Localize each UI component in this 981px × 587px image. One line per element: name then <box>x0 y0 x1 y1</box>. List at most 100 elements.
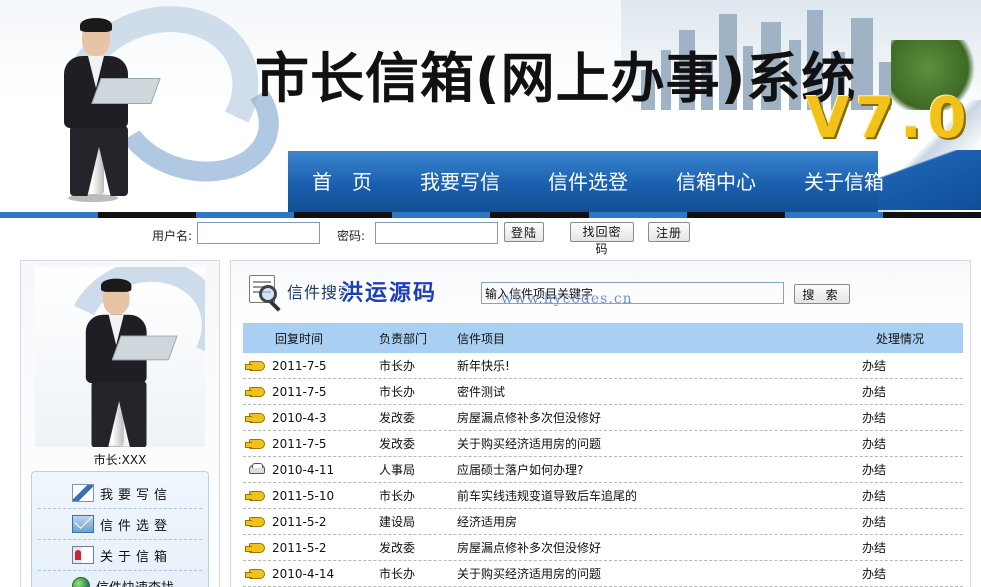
cell-item-link[interactable]: 应届硕士落户如何办理? <box>457 461 862 478</box>
hand-pointer-icon <box>245 412 265 423</box>
nav-about-mailbox[interactable]: 关于信箱 <box>780 167 908 197</box>
cell-item-link[interactable]: 关于购买经济适用房的问题 <box>457 565 862 582</box>
cell-status: 办结 <box>862 541 887 555</box>
hand-pointer-icon <box>245 490 265 501</box>
cell-dept: 市长办 <box>379 489 416 503</box>
cell-status: 办结 <box>862 437 887 451</box>
password-input[interactable] <box>375 222 498 244</box>
table-row[interactable]: 2010-4-3 发改委 房屋漏点修补多次但没修好 办结 <box>243 405 963 431</box>
table-row[interactable]: 2011-7-5 市长办 新年快乐! 办结 <box>243 353 963 379</box>
mayor-photo <box>35 267 205 447</box>
sidebar-item-label: 关于信箱 <box>100 549 173 565</box>
cell-item-link[interactable]: 房屋漏点修补多次但没修好 <box>457 539 862 556</box>
cell-status: 办结 <box>862 515 887 529</box>
mail-icon <box>72 515 94 533</box>
sidebar-item-label: 我要写信 <box>100 487 173 503</box>
cell-item-link[interactable]: 关于购买经济适用房的问题 <box>457 435 862 452</box>
sidebar-item-quick-search[interactable]: 信件快速查找 <box>38 571 202 587</box>
cell-dept: 发改委 <box>379 411 416 425</box>
cell-date: 2011-5-2 <box>272 540 327 555</box>
cell-dept: 建设局 <box>379 515 416 529</box>
cell-status: 办结 <box>862 385 887 399</box>
header-dept: 负责部门 <box>379 331 428 346</box>
table-row[interactable]: 2011-5-10 市长办 前车实线违规变道导致后车追尾的 办结 <box>243 483 963 509</box>
cell-date: 2010-4-14 <box>272 566 335 581</box>
cell-dept: 发改委 <box>379 541 416 555</box>
main-nav: 首 页 我要写信 信件选登 信箱中心 关于信箱 <box>288 151 884 212</box>
site-title: 市长信箱(网上办事)系统 <box>255 47 857 110</box>
version-badge: V7.0 <box>806 86 973 151</box>
cell-status: 办结 <box>862 567 887 581</box>
cell-date: 2011-7-5 <box>272 358 327 373</box>
businessman-image <box>40 10 161 210</box>
cell-dept: 市长办 <box>379 567 416 581</box>
sidebar-item-selected-letters[interactable]: 信件选登 <box>38 509 202 540</box>
cell-status: 办结 <box>862 359 887 373</box>
cell-date: 2010-4-3 <box>272 410 327 425</box>
sidebar-item-write-letter[interactable]: 我要写信 <box>38 478 202 509</box>
mayor-name: 市长:XXX <box>93 453 147 467</box>
watermark-text: 洪运源码 <box>341 281 438 306</box>
hand-pointer-icon <box>245 386 265 397</box>
cell-item-link[interactable]: 密件测试 <box>457 383 862 400</box>
password-label: 密码: <box>337 229 366 243</box>
table-row[interactable]: 2011-7-5 发改委 关于购买经济适用房的问题 办结 <box>243 431 963 457</box>
recover-password-button[interactable]: 找回密码 <box>570 222 634 256</box>
cell-date: 2011-7-5 <box>272 384 327 399</box>
nav-write-letter[interactable]: 我要写信 <box>396 167 524 197</box>
cell-item-link[interactable]: 经济适用房 <box>457 513 862 530</box>
header-banner: 市长信箱(网上办事)系统 V7.0 首 页 我要写信 信件选登 信箱中心 关于信… <box>0 0 981 218</box>
cell-date: 2011-5-10 <box>272 488 335 503</box>
hand-pointer-icon <box>245 516 265 527</box>
hand-pointer-icon <box>245 568 265 579</box>
letters-panel: 信件搜索 洪运源码 www.hycodes.cn 搜 索 回复时间 负责部门 信… <box>230 260 971 587</box>
table-row[interactable]: 2011-5-2 发改委 房屋漏点修补多次但没修好 办结 <box>243 535 963 561</box>
cell-item-link[interactable]: 房屋漏点修补多次但没修好 <box>457 409 862 426</box>
cell-dept: 市长办 <box>379 359 416 373</box>
register-button[interactable]: 注册 <box>648 222 690 242</box>
table-row[interactable]: 2010-4-14 市长办 关于购买经济适用房的问题 办结 <box>243 561 963 587</box>
header-date: 回复时间 <box>275 331 324 346</box>
hand-pointer-icon <box>245 360 265 371</box>
nav-home[interactable]: 首 页 <box>288 167 396 197</box>
letters-table: 回复时间 负责部门 信件项目 处理情况 2011-7-5 市长办 新年快乐! 办结 20… <box>243 323 963 587</box>
table-body: 2011-7-5 市长办 新年快乐! 办结 2011-7-5 市长办 密件测试 办结 2010-… <box>243 353 963 587</box>
cell-dept: 人事局 <box>379 463 416 477</box>
globe-icon <box>72 577 90 587</box>
hand-pointer-icon <box>245 438 265 449</box>
header-item: 信件项目 <box>457 331 506 346</box>
login-bar: 用户名: 密码: 登陆 找回密码 注册 <box>0 218 981 256</box>
username-input[interactable] <box>197 222 320 244</box>
search-button[interactable]: 搜 索 <box>794 284 850 304</box>
nav-mailbox-center[interactable]: 信箱中心 <box>652 167 780 197</box>
hand-pointer-icon <box>245 542 265 553</box>
table-header: 回复时间 负责部门 信件项目 处理情况 <box>243 323 963 353</box>
login-button[interactable]: 登陆 <box>504 222 544 242</box>
card-icon <box>72 546 94 564</box>
header-status: 处理情况 <box>876 331 925 346</box>
cell-date: 2010-4-11 <box>272 462 335 477</box>
search-document-icon <box>247 275 283 312</box>
cell-dept: 市长办 <box>379 385 416 399</box>
car-icon <box>249 463 265 474</box>
cell-status: 办结 <box>862 463 887 477</box>
table-row[interactable]: 2011-7-5 市长办 密件测试 办结 <box>243 379 963 405</box>
sidebar-menu: 我要写信 信件选登 关于信箱 信件快速查找 <box>31 471 209 587</box>
cell-date: 2011-7-5 <box>272 436 327 451</box>
cell-status: 办结 <box>862 411 887 425</box>
nav-selected-letters[interactable]: 信件选登 <box>524 167 652 197</box>
watermark-url: www.hycodes.cn <box>501 291 633 307</box>
cell-dept: 发改委 <box>379 437 416 451</box>
cell-status: 办结 <box>862 489 887 503</box>
sidebar-item-label: 信件选登 <box>100 518 173 534</box>
pen-icon <box>72 484 94 502</box>
cell-date: 2011-5-2 <box>272 514 327 529</box>
table-row[interactable]: 2010-4-11 人事局 应届硕士落户如何办理? 办结 <box>243 457 963 483</box>
sidebar-item-about-mailbox[interactable]: 关于信箱 <box>38 540 202 571</box>
username-label: 用户名: <box>152 229 193 243</box>
sidebar: 市长:XXX 我要写信 信件选登 关于信箱 信件快速查找 <box>20 260 220 587</box>
cell-item-link[interactable]: 新年快乐! <box>457 357 862 374</box>
sidebar-item-label: 信件快速查找 <box>96 577 174 587</box>
table-row[interactable]: 2011-5-2 建设局 经济适用房 办结 <box>243 509 963 535</box>
cell-item-link[interactable]: 前车实线违规变道导致后车追尾的 <box>457 487 862 504</box>
